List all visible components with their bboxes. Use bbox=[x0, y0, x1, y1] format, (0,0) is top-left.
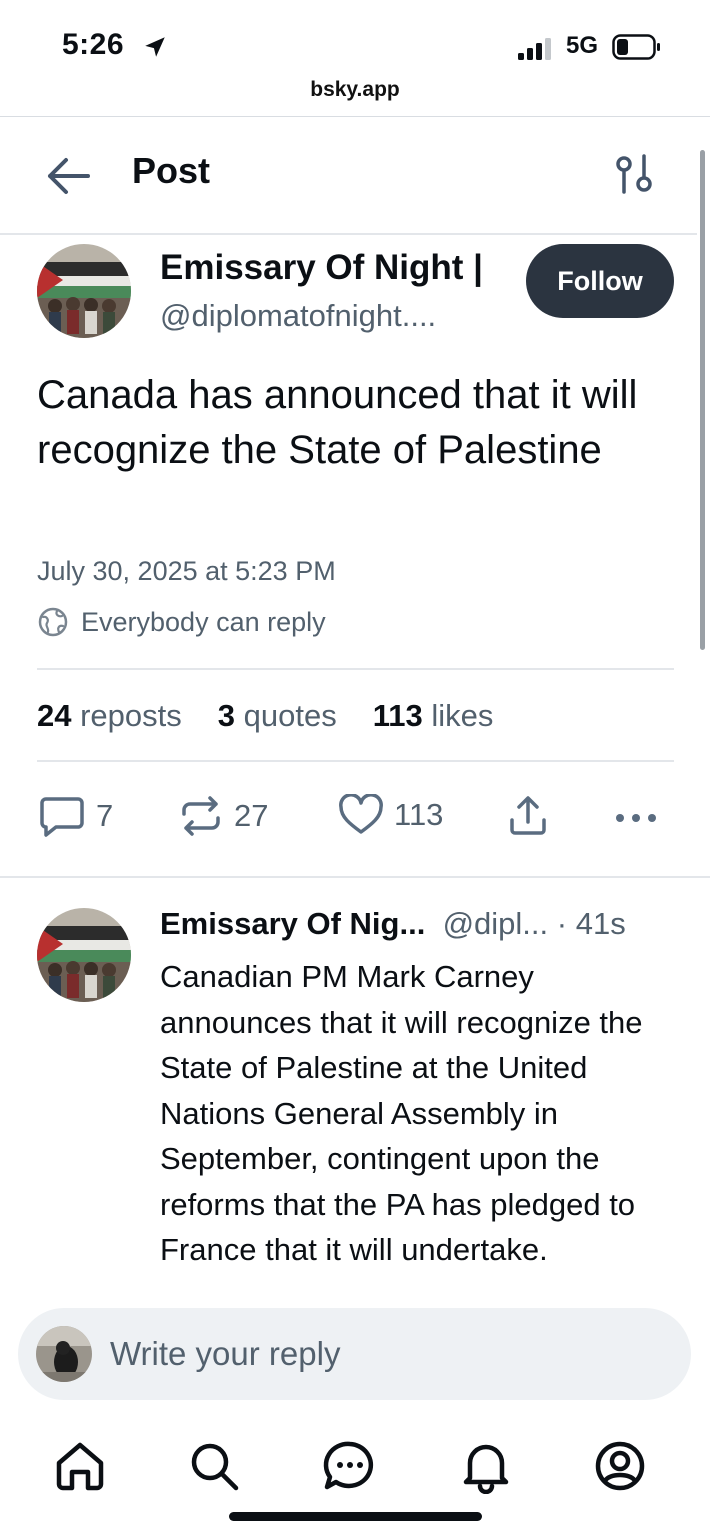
home-icon bbox=[56, 1442, 104, 1491]
reply-author-avatar[interactable] bbox=[37, 908, 131, 1002]
quotes-count: 3 bbox=[217, 698, 236, 733]
follow-button[interactable]: Follow bbox=[526, 244, 674, 318]
author-name[interactable]: Emissary Of Night | bbox=[160, 248, 483, 288]
post-timestamp: July 30, 2025 at 5:23 PM bbox=[37, 556, 336, 586]
post-text: Canada has announced that it will recogn… bbox=[37, 373, 638, 472]
reply-time: 41s bbox=[575, 906, 626, 941]
reply-header: Emissary Of Nig... @dipl... · 41s bbox=[160, 906, 626, 942]
reply-separator: · bbox=[556, 906, 568, 941]
share-button[interactable] bbox=[506, 794, 550, 838]
page-title: Post bbox=[132, 150, 211, 191]
reposts-stat[interactable]: 24 reposts bbox=[37, 698, 182, 734]
repost-count: 27 bbox=[234, 798, 269, 833]
author-handle[interactable]: @diplomatofnight.... bbox=[160, 298, 436, 334]
reply-button[interactable]: 7 bbox=[38, 794, 113, 838]
bell-icon bbox=[463, 1444, 509, 1494]
reply-permission: Everybody can reply bbox=[37, 606, 326, 638]
likes-count: 113 bbox=[372, 698, 423, 733]
reposts-label: reposts bbox=[80, 698, 182, 733]
divider bbox=[0, 876, 710, 878]
engagement-stats: 24 reposts 3 quotes 113 likes bbox=[37, 698, 493, 734]
quotes-label: quotes bbox=[243, 698, 337, 733]
chat-icon bbox=[323, 1441, 374, 1490]
nav-notifications[interactable] bbox=[458, 1438, 514, 1494]
search-icon bbox=[191, 1443, 239, 1491]
reply-count: 7 bbox=[96, 798, 114, 833]
location-arrow-icon bbox=[142, 34, 168, 60]
heart-icon bbox=[339, 794, 383, 834]
reply-icon bbox=[40, 797, 84, 837]
author-avatar[interactable] bbox=[37, 244, 131, 338]
reply-author-handle[interactable]: @dipl... bbox=[443, 906, 549, 941]
header-divider bbox=[0, 233, 697, 235]
globe-icon bbox=[38, 607, 68, 637]
sliders-icon bbox=[616, 154, 652, 194]
more-icon bbox=[616, 814, 656, 822]
nav-home[interactable] bbox=[52, 1438, 108, 1494]
like-count: 113 bbox=[394, 797, 444, 832]
nav-search[interactable] bbox=[186, 1438, 242, 1494]
like-button[interactable]: 113 bbox=[338, 794, 443, 836]
scrollbar[interactable] bbox=[700, 150, 705, 650]
reply-input[interactable] bbox=[110, 1330, 650, 1378]
repost-button[interactable]: 27 bbox=[178, 794, 268, 838]
thread-settings-button[interactable] bbox=[612, 152, 658, 198]
reply-text[interactable]: Canadian PM Mark Carney announces that i… bbox=[160, 954, 680, 1302]
divider bbox=[37, 668, 674, 670]
divider bbox=[37, 760, 674, 762]
reposts-count: 24 bbox=[37, 698, 72, 733]
profile-icon bbox=[595, 1441, 645, 1491]
repost-icon bbox=[182, 796, 220, 836]
browser-divider bbox=[0, 116, 710, 117]
reply-permission-text: Everybody can reply bbox=[81, 606, 326, 637]
status-time: 5:26 bbox=[62, 28, 125, 61]
home-indicator[interactable] bbox=[229, 1512, 482, 1521]
reply-author-name[interactable]: Emissary Of Nig... bbox=[160, 906, 425, 941]
my-avatar bbox=[36, 1326, 92, 1382]
back-button[interactable] bbox=[44, 154, 92, 198]
network-type: 5G bbox=[566, 32, 599, 59]
likes-stat[interactable]: 113 likes bbox=[373, 698, 494, 734]
more-options-button[interactable] bbox=[612, 798, 660, 838]
likes-label: likes bbox=[431, 698, 494, 733]
nav-chat[interactable] bbox=[322, 1438, 378, 1494]
quotes-stat[interactable]: 3 quotes bbox=[218, 698, 337, 734]
nav-profile[interactable] bbox=[592, 1438, 648, 1494]
share-icon bbox=[510, 796, 546, 835]
battery-icon bbox=[612, 34, 662, 60]
signal-icon bbox=[518, 38, 554, 60]
address-bar[interactable]: bsky.app bbox=[0, 78, 710, 102]
arrow-left-icon bbox=[48, 158, 90, 194]
